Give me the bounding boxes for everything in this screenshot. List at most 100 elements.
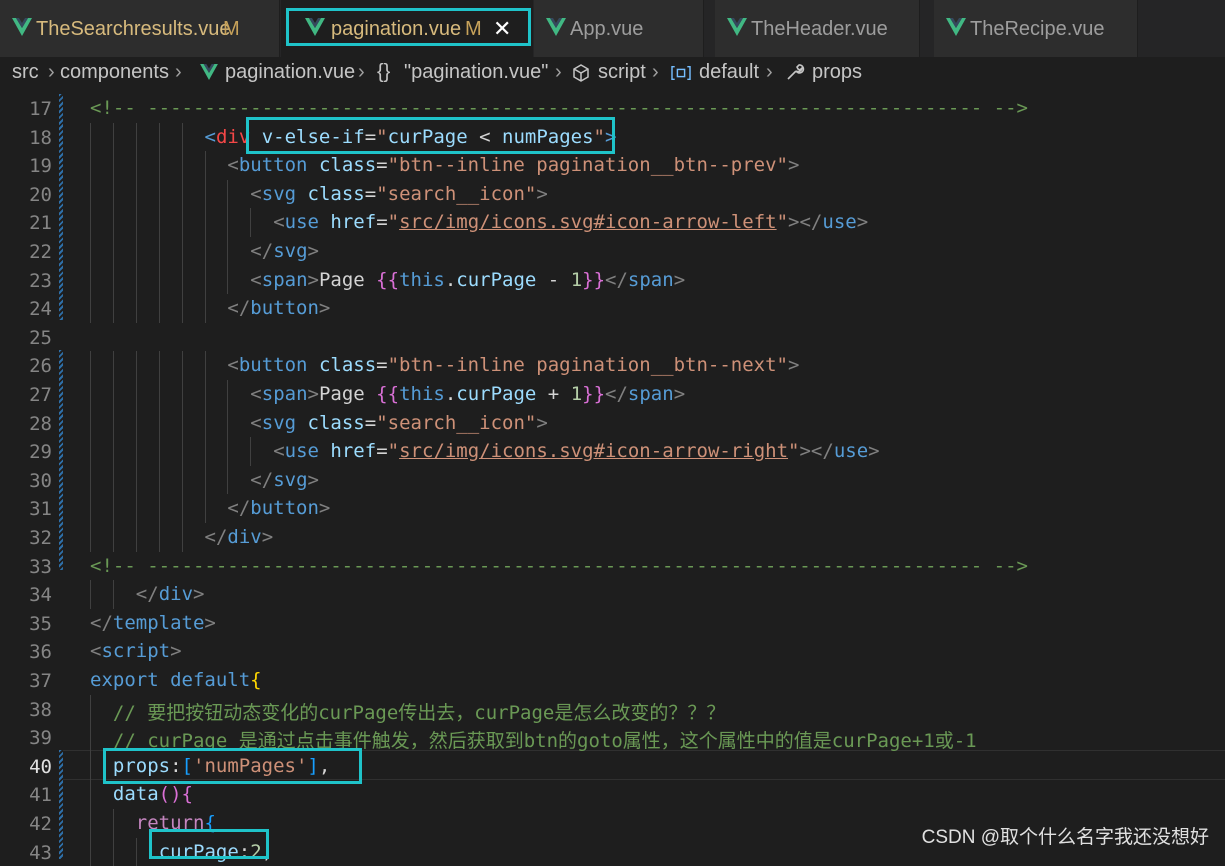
- chevron-right-icon: ›: [766, 61, 773, 83]
- indent-guide: [181, 122, 183, 152]
- breadcrumb-components[interactable]: components: [60, 61, 169, 84]
- code-token: class: [307, 411, 365, 434]
- indent-guide: [112, 408, 114, 438]
- indent-guide: [90, 437, 91, 466]
- code-line[interactable]: <span>Page {{this.curPage + 1}}</span>: [250, 383, 685, 405]
- code-line[interactable]: </button>: [227, 497, 330, 519]
- indent-guide: [181, 465, 183, 495]
- breadcrumb-default[interactable]: default: [699, 61, 759, 84]
- breadcrumb-src[interactable]: src: [12, 61, 39, 84]
- indent-guide: [158, 523, 160, 552]
- indent-guide: [135, 408, 137, 438]
- close-icon[interactable]: ✕: [493, 16, 511, 42]
- indent-guide: [158, 351, 160, 380]
- line-number: 36: [29, 641, 52, 664]
- indent-guide: [90, 837, 91, 866]
- indent-guide: [90, 408, 91, 438]
- cube-icon: [573, 64, 589, 82]
- code-line[interactable]: export default{: [90, 669, 262, 691]
- indent-guide: [204, 380, 206, 409]
- code-token: {{: [376, 268, 400, 291]
- code-token: export: [90, 669, 159, 691]
- chevron-right-icon: ›: [652, 61, 659, 83]
- tab-label: TheRecipe.vue: [970, 18, 1105, 40]
- code-line[interactable]: <svg class="search__icon">: [250, 412, 548, 434]
- indent-guide: [181, 237, 183, 266]
- indent-guide: [158, 494, 160, 523]
- breadcrumb-file[interactable]: pagination.vue: [225, 61, 355, 84]
- indent-guide: [227, 208, 229, 237]
- code-token: .: [444, 268, 457, 291]
- tab-theheader[interactable]: TheHeader.vue: [715, 0, 920, 57]
- breadcrumb-script[interactable]: script: [598, 61, 646, 84]
- indent-guide: [90, 523, 91, 552]
- code-line[interactable]: </div>: [136, 583, 205, 605]
- indent-guide: [135, 208, 137, 237]
- code-line[interactable]: </div>: [205, 526, 274, 548]
- code-line[interactable]: // 要把按钮动态变化的curPage传出去，curPage是怎么改变的？？？: [113, 698, 725, 725]
- code-editor[interactable]: 17 <!-- ---------------------------------…: [0, 94, 1225, 866]
- line-number: 26: [29, 355, 52, 378]
- code-token: <!-- -----------------------------------…: [90, 97, 1028, 119]
- code-line[interactable]: curPage:2,: [159, 841, 273, 863]
- code-line[interactable]: <script>: [90, 640, 182, 662]
- code-line[interactable]: <svg class="search__icon">: [250, 183, 548, 205]
- tab-app[interactable]: App.vue: [534, 0, 704, 57]
- tab-pagination[interactable]: pagination.vue M ✕: [281, 0, 533, 57]
- code-token: </: [250, 240, 274, 262]
- code-line[interactable]: </button>: [227, 297, 330, 319]
- indent-guide: [90, 751, 91, 781]
- code-line[interactable]: data(){: [113, 783, 193, 805]
- code-token: curPage: [387, 125, 468, 148]
- code-token: use: [833, 440, 869, 463]
- tab-thesearchresults[interactable]: TheSearchresults.vue M: [0, 0, 280, 57]
- indent-guide: [90, 351, 91, 380]
- code-token: <: [250, 268, 262, 291]
- tab-therecipe[interactable]: TheRecipe.vue: [934, 0, 1138, 57]
- code-line[interactable]: <span>Page {{this.curPage - 1}}</span>: [250, 269, 685, 291]
- indent-guide: [135, 494, 137, 523]
- code-line[interactable]: <!-- -----------------------------------…: [90, 555, 1028, 577]
- code-token: <: [250, 411, 262, 434]
- code-token: Page: [318, 383, 377, 405]
- code-token: svg: [273, 468, 308, 491]
- indent-guide: [158, 380, 160, 409]
- code-line[interactable]: // curPage 是通过点击事件触发，然后获取到btn的goto属性，这个属…: [113, 726, 977, 753]
- code-token: >: [307, 383, 319, 405]
- code-line[interactable]: </template>: [90, 612, 216, 634]
- indent-guide: [135, 380, 137, 409]
- line-number: 29: [29, 441, 52, 464]
- line-number: 25: [29, 326, 52, 349]
- line-number: 43: [29, 841, 52, 864]
- code-line[interactable]: props:['numPages'],: [113, 755, 330, 777]
- code-token: ": [376, 125, 388, 148]
- chevron-right-icon: ›: [358, 61, 365, 83]
- code-token: // curPage 是通过点击事件触发，然后获取到btn的goto属性，这个属…: [112, 730, 977, 753]
- code-token: v-else-if: [261, 125, 365, 148]
- code-token: return: [135, 812, 205, 834]
- code-line[interactable]: <div v-else-if="curPage < numPages">: [205, 126, 617, 148]
- code-token: {: [250, 669, 262, 691]
- code-line[interactable]: <use href="src/img/icons.svg#icon-arrow-…: [273, 440, 879, 462]
- code-line[interactable]: <!-- -----------------------------------…: [90, 97, 1028, 119]
- indent-guide: [112, 837, 114, 866]
- indent-guide: [158, 179, 160, 209]
- breadcrumb-props[interactable]: props: [812, 61, 862, 84]
- indent-guide: [204, 151, 206, 180]
- indent-guide: [181, 380, 183, 409]
- chevron-right-icon: ›: [555, 61, 562, 83]
- code-token: use: [284, 440, 319, 463]
- code-line[interactable]: <button class="btn--inline pagination__b…: [227, 154, 799, 176]
- code-line[interactable]: </svg>: [250, 240, 319, 262]
- code-token: <: [250, 182, 262, 205]
- indent-guide: [181, 351, 183, 380]
- code-line[interactable]: <button class="btn--inline pagination__b…: [227, 354, 799, 376]
- breadcrumb-module[interactable]: "pagination.vue": [404, 61, 548, 84]
- code-token: :: [170, 754, 182, 777]
- code-line[interactable]: <use href="src/img/icons.svg#icon-arrow-…: [273, 211, 868, 233]
- indent-guide: [158, 208, 160, 237]
- code-token: =: [364, 182, 377, 205]
- code-line[interactable]: </svg>: [250, 469, 319, 491]
- code-line[interactable]: return{: [136, 812, 216, 834]
